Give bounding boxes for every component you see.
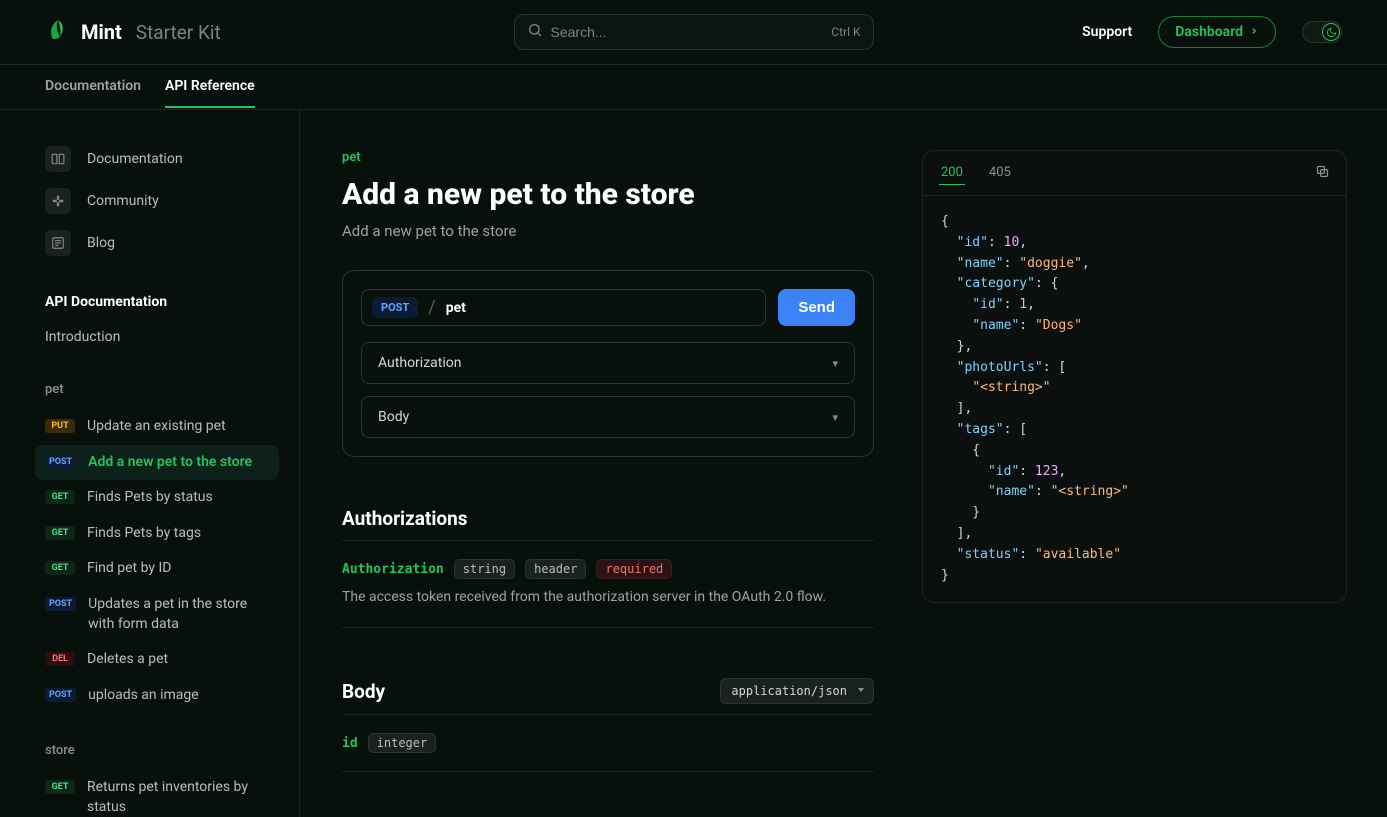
response-tab-405[interactable]: 405 xyxy=(987,161,1013,185)
chevron-down-icon: ▾ xyxy=(832,357,838,370)
method-badge: DEL xyxy=(45,652,75,666)
collapse-body[interactable]: Body ▾ xyxy=(361,396,855,438)
dashboard-button[interactable]: Dashboard xyxy=(1158,16,1276,48)
method-badge: POST xyxy=(45,597,76,611)
community-icon xyxy=(45,188,71,214)
param-type: integer xyxy=(368,733,437,753)
blog-icon xyxy=(45,230,71,256)
brand-name: Mint xyxy=(81,20,122,44)
sidebar-link-documentation[interactable]: Documentation xyxy=(45,138,279,180)
method-badge: GET xyxy=(45,490,75,504)
sidebar-api-deletes-a-pet[interactable]: DELDeletes a pet xyxy=(35,642,279,678)
nav-tab-documentation[interactable]: Documentation xyxy=(45,66,141,108)
logo-icon xyxy=(45,17,71,47)
method-badge: GET xyxy=(45,526,75,540)
path-separator: / xyxy=(428,297,435,318)
section-heading-auth: Authorizations xyxy=(342,507,874,541)
method-badge: GET xyxy=(45,780,75,794)
moon-icon xyxy=(1326,23,1337,42)
param-in: header xyxy=(525,559,586,579)
sidebar-link-blog[interactable]: Blog xyxy=(45,222,279,264)
topbar: Mint Starter Kit Ctrl K Support Dashboar… xyxy=(0,0,1387,65)
sidebar-api-add-a-new-pet-to-the-store[interactable]: POSTAdd a new pet to the store xyxy=(35,445,279,481)
sidebar-heading-api: API Documentation xyxy=(45,294,279,310)
param-name-authorization: Authorization xyxy=(342,562,444,577)
method-badge: PUT xyxy=(45,419,75,433)
param-description: The access token received from the autho… xyxy=(342,589,874,628)
sidebar-api-updates-a-pet-in-the-store-with-form-data[interactable]: POSTUpdates a pet in the store with form… xyxy=(35,587,279,642)
sidebar-category-pet[interactable]: pet xyxy=(45,382,279,397)
method-badge: POST xyxy=(45,688,76,702)
search-input[interactable] xyxy=(551,24,832,40)
breadcrumb: pet xyxy=(342,150,874,165)
sidebar-api-update-an-existing-pet[interactable]: PUTUpdate an existing pet xyxy=(35,409,279,445)
page-title: Add a new pet to the store xyxy=(342,177,874,212)
method-badge: POST xyxy=(372,297,418,318)
search-kbd: Ctrl K xyxy=(831,25,860,39)
response-tabs: 200 405 xyxy=(923,151,1346,196)
sidebar-link-community[interactable]: Community xyxy=(45,180,279,222)
sidebar-api-uploads-an-image[interactable]: POSTuploads an image xyxy=(35,678,279,714)
brand[interactable]: Mint Starter Kit xyxy=(45,17,221,47)
response-tab-200[interactable]: 200 xyxy=(939,161,965,185)
endpoint-path: pet xyxy=(446,300,466,316)
response-json: { "id": 10, "name": "doggie", "category"… xyxy=(923,196,1346,602)
page-subtitle: Add a new pet to the store xyxy=(342,222,874,240)
endpoint-bar[interactable]: POST / pet xyxy=(361,289,766,326)
brand-sub: Starter Kit xyxy=(136,21,221,44)
send-button[interactable]: Send xyxy=(778,289,855,326)
sidebar-api-find-pet-by-id[interactable]: GETFind pet by ID xyxy=(35,551,279,587)
sidebar-api-returns-pet-inventories-by-status[interactable]: GETReturns pet inventories by status xyxy=(35,770,279,817)
api-playground: POST / pet Send Authorization ▾ Body ▾ xyxy=(342,270,874,457)
search-icon xyxy=(527,22,543,42)
chevron-down-icon: ▾ xyxy=(832,411,838,424)
param-name-id: id xyxy=(342,736,358,751)
chevron-right-icon xyxy=(1249,24,1259,40)
sidebar-api-finds-pets-by-tags[interactable]: GETFinds Pets by tags xyxy=(35,516,279,552)
theme-toggle[interactable] xyxy=(1302,21,1342,43)
method-badge: POST xyxy=(45,455,76,469)
documentation-icon xyxy=(45,146,71,172)
response-panel: 200 405 { "id": 10, "name": "doggie", "ca… xyxy=(922,150,1347,603)
content-type-select[interactable]: application/json xyxy=(720,678,874,704)
param-type: string xyxy=(454,559,515,579)
sidebar-api-finds-pets-by-status[interactable]: GETFinds Pets by status xyxy=(35,480,279,516)
sidebar: DocumentationCommunityBlog API Documenta… xyxy=(0,110,300,817)
method-badge: GET xyxy=(45,561,75,575)
param-required: required xyxy=(596,559,672,579)
sidebar-category-store[interactable]: store xyxy=(45,743,279,758)
support-link[interactable]: Support xyxy=(1082,24,1132,40)
navbar: Documentation API Reference xyxy=(0,65,1387,110)
copy-icon[interactable] xyxy=(1315,164,1330,183)
nav-tab-api-reference[interactable]: API Reference xyxy=(165,66,255,108)
search-box[interactable]: Ctrl K xyxy=(514,14,874,50)
collapse-authorization[interactable]: Authorization ▾ xyxy=(361,342,855,384)
section-heading-body: Body xyxy=(342,680,385,703)
sidebar-item-introduction[interactable]: Introduction xyxy=(45,322,279,352)
